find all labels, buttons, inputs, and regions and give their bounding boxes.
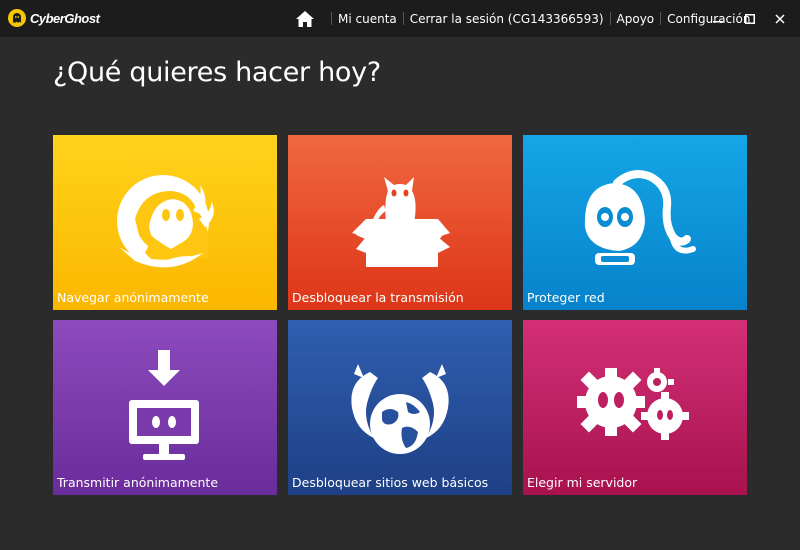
gas-mask-icon xyxy=(584,170,696,265)
nav-separator xyxy=(660,12,662,25)
tile-unblock-basic-websites[interactable]: Desbloquear sitios web básicos xyxy=(288,320,512,495)
cat-in-box-icon xyxy=(352,177,450,267)
account-link[interactable]: Mi cuenta xyxy=(338,12,397,26)
close-button[interactable] xyxy=(766,0,794,37)
home-icon[interactable] xyxy=(295,10,315,28)
minimize-button[interactable] xyxy=(704,0,732,37)
maximize-button[interactable] xyxy=(736,0,764,37)
nav-separator xyxy=(402,12,404,25)
tile-label: Desbloquear sitios web básicos xyxy=(292,475,489,490)
tile-choose-server[interactable]: Elegir mi servidor xyxy=(523,320,747,495)
page-title: ¿Qué quieres hacer hoy? xyxy=(53,57,381,88)
gears-icon xyxy=(577,368,689,440)
winged-globe-icon xyxy=(351,364,449,454)
tile-label: Transmitir anónimamente xyxy=(57,475,219,490)
tile-unblock-streaming[interactable]: Desbloquear la transmisión xyxy=(288,135,512,310)
ghost-icon xyxy=(117,175,214,268)
top-nav: Mi cuenta Cerrar la sesión (CG143366593)… xyxy=(295,0,750,37)
nav-separator xyxy=(331,12,332,25)
tile-surf-anonymously[interactable]: Navegar anónimamente xyxy=(53,135,277,310)
app-name: CyberGhost xyxy=(30,10,100,26)
nav-separator xyxy=(609,12,611,25)
close-icon xyxy=(775,13,785,24)
tile-label: Desbloquear la transmisión xyxy=(292,290,464,305)
title-bar: CyberGhost Mi cuenta Cerrar la sesión (C… xyxy=(0,0,800,37)
tile-label: Navegar anónimamente xyxy=(57,290,209,305)
tile-label: Elegir mi servidor xyxy=(527,475,638,490)
tile-stream-anonymously[interactable]: Transmitir anónimamente xyxy=(53,320,277,495)
support-link[interactable]: Apoyo xyxy=(617,12,655,26)
minimize-icon xyxy=(713,20,723,22)
app-logo: CyberGhost xyxy=(8,9,100,27)
tile-label: Proteger red xyxy=(527,290,605,305)
logout-link[interactable]: Cerrar la sesión (CG143366593) xyxy=(410,12,604,26)
ghost-logo-icon xyxy=(8,9,26,27)
download-screen-icon xyxy=(129,350,199,460)
maximize-icon xyxy=(745,13,755,24)
tile-protect-network[interactable]: Proteger red xyxy=(523,135,747,310)
